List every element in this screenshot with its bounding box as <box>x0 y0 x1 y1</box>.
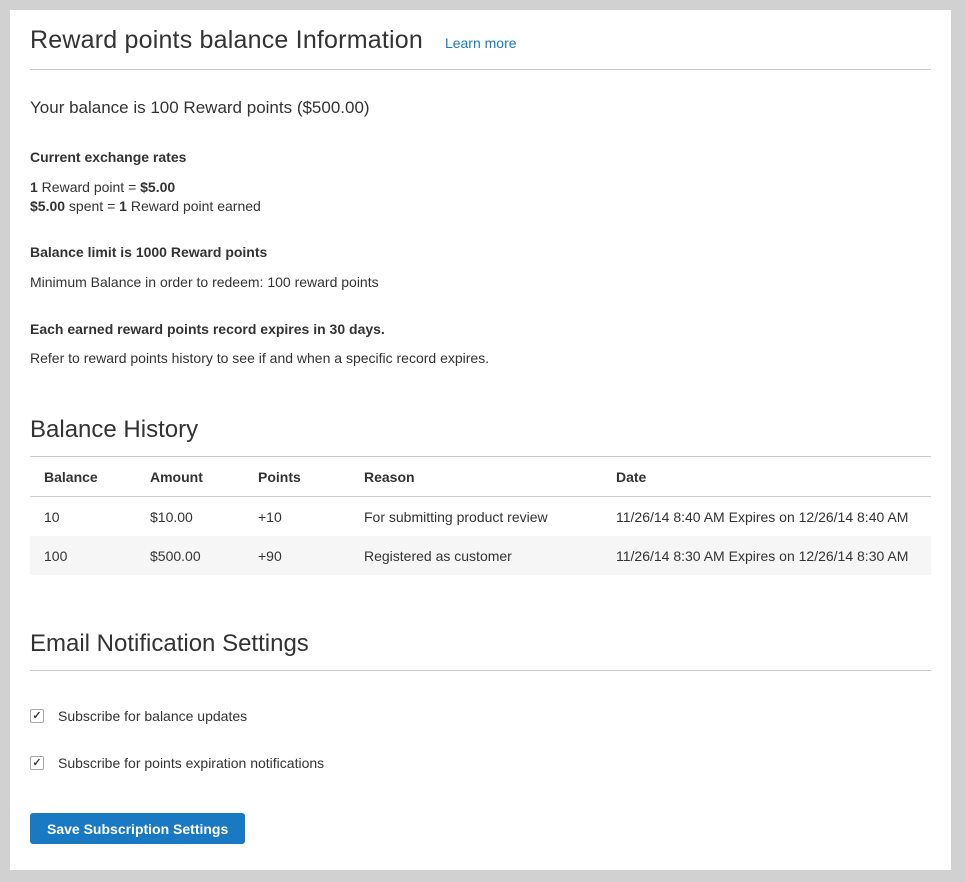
column-header-amount: Amount <box>136 457 244 497</box>
page-header: Reward points balance Information Learn … <box>30 26 931 70</box>
balance-summary: Your balance is 100 Reward points ($500.… <box>30 98 931 118</box>
page-title: Reward points balance Information <box>30 26 423 55</box>
cell-points: +10 <box>244 497 350 537</box>
cell-amount: $500.00 <box>136 536 244 575</box>
expiration-notifications-checkbox-label: Subscribe for points expiration notifica… <box>58 755 324 771</box>
cell-reason: For submitting product review <box>350 497 602 537</box>
minimum-balance-text: Minimum Balance in order to redeem: 100 … <box>30 274 931 290</box>
column-header-points: Points <box>244 457 350 497</box>
table-header-row: Balance Amount Points Reason Date <box>30 457 931 497</box>
table-row: 100 $500.00 +90 Registered as customer 1… <box>30 536 931 575</box>
checkbox-checked-icon[interactable]: ✓ <box>30 756 44 770</box>
expiry-policy-text: Each earned reward points record expires… <box>30 321 931 337</box>
column-header-reason: Reason <box>350 457 602 497</box>
balance-history-table: Balance Amount Points Reason Date 10 $10… <box>30 457 931 575</box>
balance-updates-checkbox-row[interactable]: ✓ Subscribe for balance updates <box>30 708 931 724</box>
cell-date: 11/26/14 8:30 AM Expires on 12/26/14 8:3… <box>602 536 931 575</box>
email-settings-heading: Email Notification Settings <box>30 630 931 671</box>
balance-updates-checkbox-label: Subscribe for balance updates <box>58 708 247 724</box>
checkbox-checked-icon[interactable]: ✓ <box>30 709 44 723</box>
exchange-rate-line-earn: 1 Reward point = $5.00 <box>30 178 931 197</box>
column-header-balance: Balance <box>30 457 136 497</box>
learn-more-link[interactable]: Learn more <box>445 35 517 51</box>
table-row: 10 $10.00 +10 For submitting product rev… <box>30 497 931 537</box>
column-header-date: Date <box>602 457 931 497</box>
exchange-rates-lines: 1 Reward point = $5.00 $5.00 spent = 1 R… <box>30 178 931 216</box>
cell-reason: Registered as customer <box>350 536 602 575</box>
expiration-notifications-checkbox-row[interactable]: ✓ Subscribe for points expiration notifi… <box>30 755 931 771</box>
exchange-rates-heading: Current exchange rates <box>30 149 931 165</box>
cell-amount: $10.00 <box>136 497 244 537</box>
save-subscription-settings-button[interactable]: Save Subscription Settings <box>30 813 245 844</box>
cell-balance: 10 <box>30 497 136 537</box>
balance-history-heading: Balance History <box>30 416 931 457</box>
cell-balance: 100 <box>30 536 136 575</box>
cell-points: +90 <box>244 536 350 575</box>
exchange-rate-line-spend: $5.00 spent = 1 Reward point earned <box>30 197 931 216</box>
expiry-note-text: Refer to reward points history to see if… <box>30 350 931 366</box>
balance-limit-text: Balance limit is 1000 Reward points <box>30 244 931 260</box>
cell-date: 11/26/14 8:40 AM Expires on 12/26/14 8:4… <box>602 497 931 537</box>
reward-points-panel: Reward points balance Information Learn … <box>10 10 951 870</box>
